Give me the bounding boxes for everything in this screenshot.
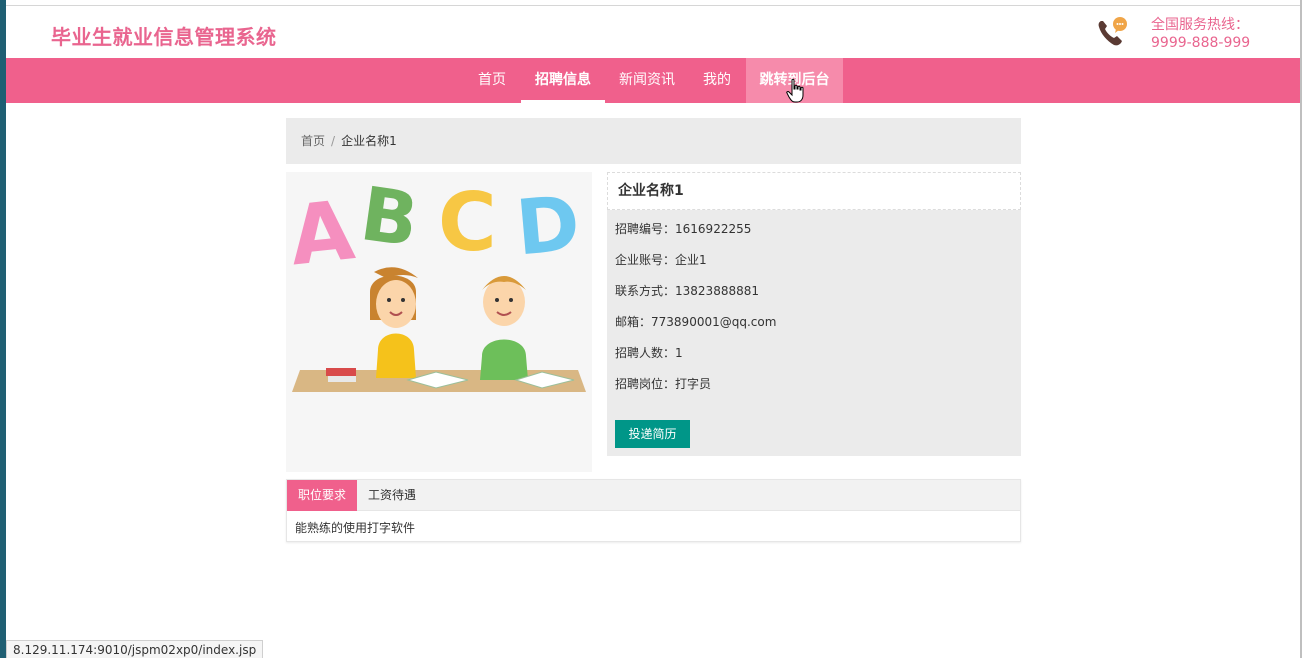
main-navbar: 首页 招聘信息 新闻资讯 我的 跳转到后台: [6, 58, 1300, 103]
field-label: 招聘人数：: [615, 346, 676, 360]
nav-item-news[interactable]: 新闻资讯: [607, 58, 687, 103]
field-label: 招聘岗位：: [615, 377, 676, 391]
field-label: 邮箱：: [615, 315, 652, 329]
letter-c: C: [438, 176, 497, 269]
field-email: 邮箱：773890001@qq.com: [615, 313, 776, 330]
letter-a: A: [286, 183, 359, 284]
breadcrumb-current: 企业名称1: [341, 134, 397, 148]
tab-requirements[interactable]: 职位要求: [287, 480, 358, 511]
field-value: 1: [675, 346, 683, 360]
phone-icon: [1098, 17, 1127, 46]
tab-header: 职位要求 工资待遇: [287, 480, 1020, 511]
field-headcount: 招聘人数：1: [615, 344, 683, 361]
company-name-title: 企业名称1: [607, 172, 1021, 210]
letter-d: D: [513, 178, 584, 272]
letter-b: B: [356, 172, 424, 264]
field-value: 打字员: [675, 377, 712, 391]
field-value: 773890001@qq.com: [651, 315, 777, 329]
nav-item-jobs[interactable]: 招聘信息: [521, 58, 605, 103]
hand-cursor-icon: [786, 78, 804, 103]
tab-content: 能熟练的使用打字软件: [295, 521, 416, 535]
job-detail-panel: 企业名称1 招聘编号：1616922255 企业账号：企业1 联系方式：1382…: [607, 172, 1021, 456]
field-label: 联系方式：: [615, 284, 676, 298]
field-label: 企业账号：: [615, 253, 676, 267]
job-tabs: 职位要求 工资待遇 能熟练的使用打字软件: [286, 479, 1021, 542]
hotline-label: 全国服务热线：: [1151, 17, 1249, 33]
field-contact: 联系方式：13823888881: [615, 282, 759, 299]
breadcrumb-home[interactable]: 首页: [301, 134, 325, 148]
header: 毕业生就业信息管理系统 全国服务热线： 9999-888-999: [6, 6, 1300, 58]
nav-item-mine[interactable]: 我的: [691, 58, 743, 103]
nav-item-home[interactable]: 首页: [465, 58, 519, 103]
tab-salary[interactable]: 工资待遇: [357, 480, 427, 511]
field-value: 1616922255: [675, 222, 752, 236]
breadcrumb: 首页 / 企业名称1: [286, 118, 1021, 164]
field-position: 招聘岗位：打字员: [615, 375, 711, 392]
field-company-account: 企业账号：企业1: [615, 251, 707, 268]
field-job-id: 招聘编号：1616922255: [615, 220, 751, 237]
field-value: 企业1: [675, 253, 707, 267]
hotline: 全国服务热线： 9999-888-999: [1151, 16, 1250, 52]
site-title[interactable]: 毕业生就业信息管理系统: [51, 21, 277, 50]
field-label: 招聘编号：: [615, 222, 676, 236]
status-bar-url: 8.129.11.174:9010/jspm02xp0/index.jsp: [6, 640, 264, 658]
field-value: 13823888881: [675, 284, 759, 298]
hotline-number: 9999-888-999: [1151, 35, 1251, 51]
breadcrumb-separator: /: [331, 134, 336, 148]
submit-resume-button[interactable]: 投递简历: [615, 420, 690, 448]
abc-kids-illustration: A B C D: [286, 172, 586, 392]
company-image: A B C D: [286, 172, 592, 472]
